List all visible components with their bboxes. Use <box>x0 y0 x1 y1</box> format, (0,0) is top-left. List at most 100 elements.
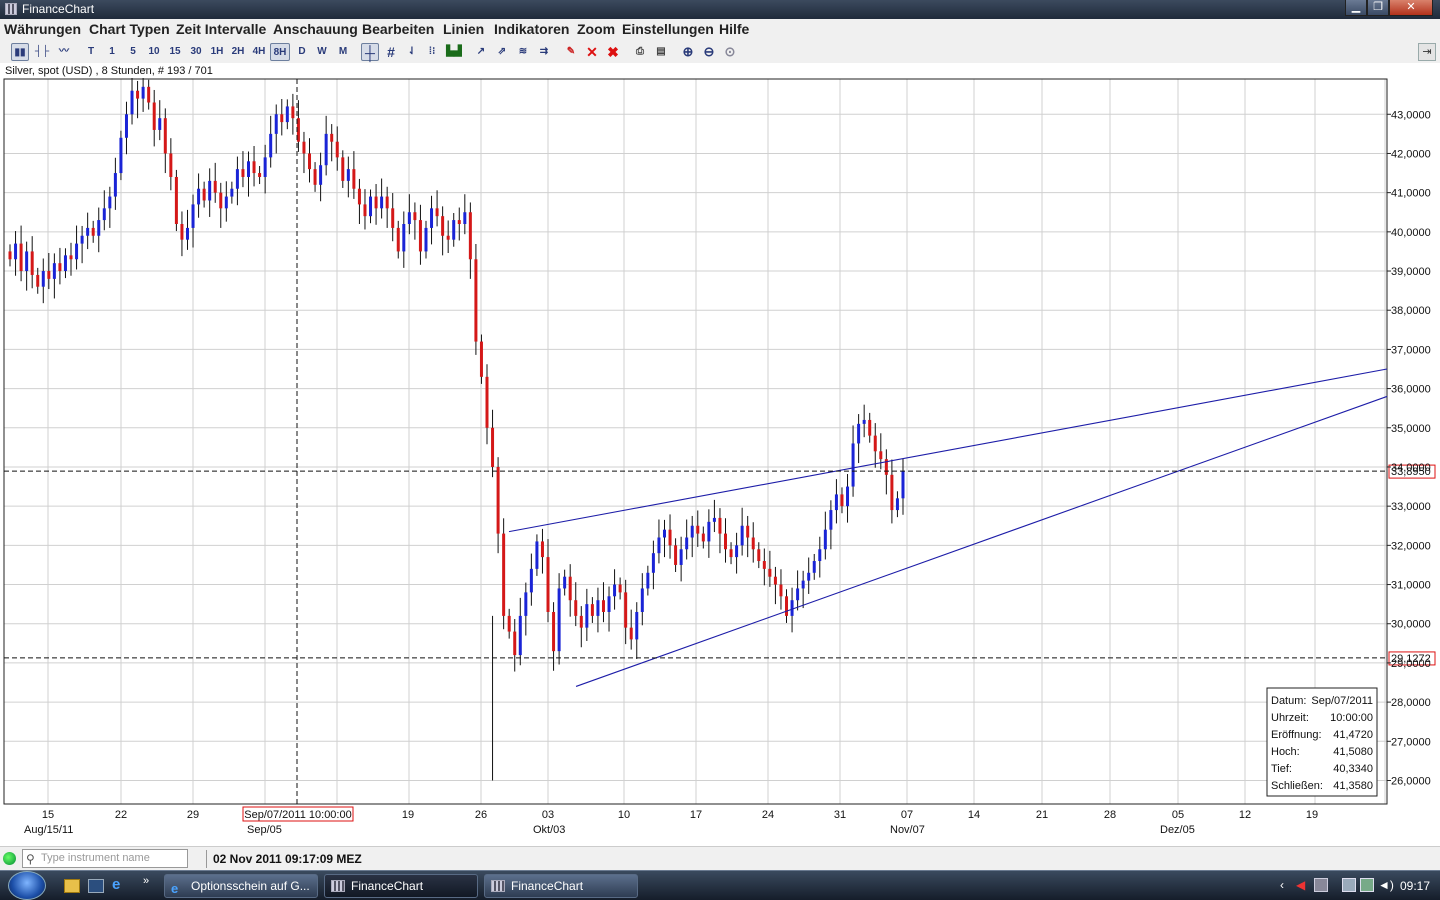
trendlines[interactable] <box>508 368 1388 687</box>
candle-up <box>679 549 683 565</box>
start-button[interactable] <box>8 871 46 900</box>
interval-month-button[interactable]: M <box>335 43 351 61</box>
candle-up <box>557 588 561 652</box>
interval-4h-button[interactable]: 4H <box>250 43 268 61</box>
interval-tick-button[interactable]: T <box>83 43 99 61</box>
delete-all-icon[interactable]: ✖ <box>604 43 622 61</box>
menu-anschauung[interactable]: Anschauung <box>273 21 358 37</box>
interval-30m-button[interactable]: 30 <box>187 43 205 61</box>
show-desktop-icon[interactable] <box>88 879 104 893</box>
candle-down <box>152 102 156 130</box>
print-icon[interactable]: ⎙ <box>631 43 649 61</box>
quicklaunch-more-icon[interactable]: » <box>143 875 159 889</box>
task-financechart-1[interactable]: FinanceChart <box>324 874 478 898</box>
zoom-out-icon[interactable]: ⊖ <box>700 43 718 61</box>
candle-down <box>302 141 306 154</box>
delete-line-icon[interactable]: ✎ <box>562 43 580 61</box>
ohlc-value: Sep/07/2011 <box>1311 695 1373 707</box>
x-tick-label: 22 <box>115 809 127 821</box>
tray-alert-icon[interactable]: ◀ <box>1296 878 1310 892</box>
zoom-in-icon[interactable]: ⊕ <box>679 43 697 61</box>
interval-1h-button[interactable]: 1H <box>208 43 226 61</box>
panel-toggle-icon[interactable]: ⇥ <box>1418 43 1436 61</box>
period-separator-icon[interactable]: ⁞⁝ <box>423 43 441 61</box>
taskbar: e » e Optionsschein auf G... FinanceChar… <box>0 870 1440 900</box>
grid-icon[interactable]: # <box>382 43 400 61</box>
minimize-button[interactable]: ▁ <box>1345 0 1367 16</box>
close-button[interactable]: ✕ <box>1389 0 1433 16</box>
candle-down <box>629 627 633 640</box>
candle-up <box>319 165 323 185</box>
candle-down <box>574 600 578 616</box>
candle-down <box>19 243 23 272</box>
maximize-button[interactable]: ❐ <box>1367 0 1389 16</box>
menu-zoom[interactable]: Zoom <box>577 21 615 37</box>
interval-5m-button[interactable]: 5 <box>125 43 141 61</box>
candle-up <box>369 196 373 217</box>
internet-explorer-icon[interactable]: e <box>112 876 128 893</box>
price-chart[interactable]: 33,895029,1272Sep/07/2011 10:00:00 43,00… <box>0 78 1440 846</box>
crosshair-icon[interactable]: ┼ <box>361 43 379 61</box>
trendline-tool-icon[interactable]: ↗ <box>472 43 490 61</box>
fibonacci-tool-icon[interactable]: ≋ <box>514 43 532 61</box>
task-optionsschein[interactable]: e Optionsschein auf G... <box>164 874 318 898</box>
cursor-icon[interactable]: ⇃ <box>405 43 419 61</box>
tray-device-icon[interactable] <box>1314 878 1328 892</box>
channel-tool-icon[interactable]: ⇗ <box>493 43 511 61</box>
menu-einstellungen[interactable]: Einstellungen <box>622 21 714 37</box>
candle-down <box>352 169 356 189</box>
interval-1m-button[interactable]: 1 <box>104 43 120 61</box>
candle-up <box>86 227 90 236</box>
candle-down <box>468 212 472 260</box>
delete-icon[interactable]: ✕ <box>583 43 601 61</box>
interval-10m-button[interactable]: 10 <box>145 43 163 61</box>
status-separator <box>206 850 207 868</box>
tray-expand-icon[interactable]: ‹ <box>1280 878 1294 892</box>
bar-chart-icon[interactable]: ┤├ <box>33 43 51 61</box>
x-tick-label: 15 <box>42 809 54 821</box>
interval-2h-button[interactable]: 2H <box>229 43 247 61</box>
print-preview-icon[interactable]: ▤ <box>652 43 670 61</box>
x-month-label: Sep/05 <box>247 824 282 836</box>
tray-clipboard-icon[interactable] <box>1342 878 1356 892</box>
menu-zeit-intervalle[interactable]: Zeit Intervalle <box>176 21 266 37</box>
y-tick-label: 30,0000 <box>1391 619 1431 631</box>
menu-linien[interactable]: Linien <box>443 21 484 37</box>
y-tick-label: 31,0000 <box>1391 580 1431 592</box>
volume-icon[interactable]: ◄) <box>1378 878 1394 892</box>
candle-down <box>391 208 395 228</box>
menu-waehrungen[interactable]: Währungen <box>4 21 81 37</box>
candle-down <box>873 435 877 452</box>
menu-indikatoren[interactable]: Indikatoren <box>494 21 569 37</box>
interval-8h-button[interactable]: 8H <box>270 43 290 61</box>
y-tick-label: 28,0000 <box>1391 697 1431 709</box>
menu-chart-typen[interactable]: Chart Typen <box>89 21 170 37</box>
interval-day-button[interactable]: D <box>294 43 310 61</box>
candle-up <box>812 561 816 573</box>
candle-up <box>585 604 589 628</box>
candle-up <box>524 592 528 616</box>
ohlc-value: 41,5080 <box>1333 746 1373 758</box>
instrument-search-input[interactable]: ⚲ Type instrument name <box>22 849 188 868</box>
candlestick-chart-icon[interactable]: ▮▮ <box>11 43 29 61</box>
internet-explorer-icon: e <box>171 881 179 896</box>
interval-week-button[interactable]: W <box>314 43 330 61</box>
volume-icon[interactable]: ▙▟ <box>445 43 463 61</box>
candle-up <box>452 220 456 240</box>
clock[interactable]: 09:17 <box>1400 879 1430 893</box>
candle-down <box>785 596 789 616</box>
horizontal-line-tool-icon[interactable]: ⇉ <box>535 43 553 61</box>
menu-hilfe[interactable]: Hilfe <box>719 21 749 37</box>
line-chart-icon[interactable]: 〰 <box>55 43 73 61</box>
candle-down <box>385 196 389 209</box>
interval-15m-button[interactable]: 15 <box>166 43 184 61</box>
candle-down <box>174 176 178 224</box>
candle-down <box>668 529 672 546</box>
candle-down <box>724 533 727 550</box>
menu-bearbeiten[interactable]: Bearbeiten <box>362 21 434 37</box>
task-financechart-2[interactable]: FinanceChart <box>484 874 638 898</box>
x-month-label: Nov/07 <box>890 824 925 836</box>
zoom-reset-icon[interactable]: ⊙ <box>721 43 739 61</box>
network-icon[interactable] <box>1360 878 1374 892</box>
explorer-icon[interactable] <box>64 879 80 893</box>
